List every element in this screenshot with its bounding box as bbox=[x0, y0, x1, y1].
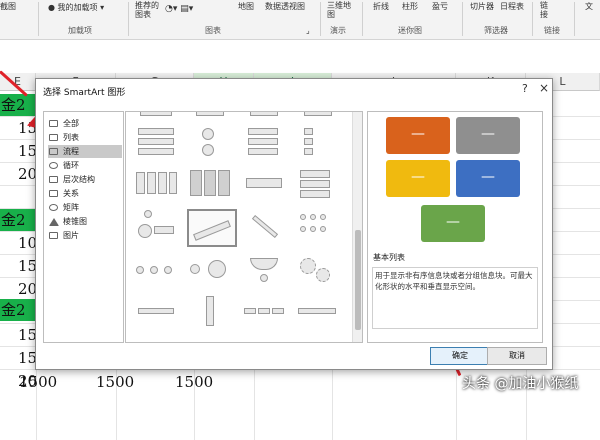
timeline-button[interactable]: 日程表 bbox=[500, 1, 524, 12]
group-charts-label: 图表 bbox=[205, 26, 221, 35]
layout-gallery bbox=[125, 111, 363, 343]
ribbon-divider bbox=[462, 2, 463, 36]
hierarchy-icon bbox=[49, 176, 58, 183]
cell-e-total[interactable]: 1500 bbox=[19, 373, 57, 391]
preview-box-yellow: — bbox=[386, 160, 450, 197]
layout-thumbnail[interactable] bbox=[242, 254, 286, 288]
sparkline-line-button[interactable]: 折线 bbox=[373, 1, 389, 12]
preview-pane: — — — — — 基本列表 用于显示非有序信息块或者分组信息块。可最大化形状的… bbox=[367, 111, 543, 343]
category-hierarchy[interactable]: 层次结构 bbox=[48, 173, 122, 186]
category-list-item[interactable]: 列表 bbox=[48, 131, 122, 144]
pyramid-icon bbox=[49, 218, 59, 226]
map-button[interactable]: 地图 bbox=[238, 1, 254, 12]
cancel-button[interactable]: 取消 bbox=[487, 347, 547, 365]
ribbon-divider bbox=[574, 2, 575, 36]
preview-box-green: — bbox=[421, 205, 485, 242]
group-tours-label: 演示 bbox=[330, 26, 346, 35]
category-cycle[interactable]: 循环 bbox=[48, 159, 122, 172]
cell-g-total[interactable]: 1500 bbox=[175, 373, 213, 391]
watermark: 头条 @加油小猴纸 bbox=[462, 376, 579, 392]
layout-thumbnail[interactable] bbox=[134, 210, 178, 244]
layout-thumbnail[interactable] bbox=[188, 166, 232, 200]
preview-box-gray: — bbox=[456, 117, 520, 154]
scrollbar-thumb[interactable] bbox=[355, 230, 361, 330]
gallery-scrollbar[interactable] bbox=[352, 112, 362, 342]
layout-thumbnail[interactable] bbox=[134, 166, 178, 200]
my-addins-button[interactable]: ● 我的加载项 ▾ bbox=[48, 2, 104, 13]
3d-map-button[interactable]: 三维地 图 bbox=[327, 1, 353, 19]
layout-thumbnail[interactable] bbox=[242, 294, 286, 328]
category-matrix[interactable]: 矩阵 bbox=[48, 201, 122, 214]
ribbon-divider bbox=[362, 2, 363, 36]
text-button[interactable]: 文 bbox=[585, 1, 593, 12]
layout-thumbnail[interactable] bbox=[296, 254, 340, 288]
category-relationship[interactable]: 关系 bbox=[48, 187, 122, 200]
matrix-icon bbox=[49, 204, 58, 211]
layout-thumbnail[interactable] bbox=[134, 254, 178, 288]
layout-thumbnail[interactable] bbox=[188, 126, 232, 160]
layout-thumbnail[interactable] bbox=[188, 254, 232, 288]
all-icon bbox=[49, 120, 58, 127]
category-picture[interactable]: 图片 bbox=[48, 229, 122, 242]
layout-thumbnail[interactable] bbox=[188, 294, 232, 328]
ribbon-divider bbox=[532, 2, 533, 36]
cell-e-heading[interactable]: 金2 bbox=[0, 299, 36, 321]
smartart-dialog: 选择 SmartArt 图形 ? × 全部 列表 流程 循环 层次结构 关系 矩… bbox=[35, 78, 553, 370]
recommended-charts-button[interactable]: 推荐的 图表 bbox=[135, 1, 161, 19]
cell-e-heading[interactable]: 金2 bbox=[0, 209, 36, 231]
group-addins-label: 加载项 bbox=[68, 26, 92, 35]
layout-thumbnail[interactable] bbox=[242, 210, 286, 244]
layout-thumbnail[interactable] bbox=[296, 166, 340, 200]
list-icon bbox=[49, 134, 58, 141]
layout-thumbnail[interactable] bbox=[242, 126, 286, 160]
layout-thumbnail[interactable] bbox=[134, 126, 178, 160]
preview-box-blue: — bbox=[456, 160, 520, 197]
layout-thumbnail[interactable] bbox=[296, 210, 340, 244]
layout-description: 用于显示非有序信息块或者分组信息块。可最大化形状的水平和垂直显示空间。 bbox=[372, 267, 538, 329]
layout-name: 基本列表 bbox=[373, 253, 405, 262]
dialog-title: 选择 SmartArt 图形 bbox=[43, 88, 126, 98]
relationship-icon bbox=[49, 190, 58, 197]
ok-button[interactable]: 确定 bbox=[430, 347, 490, 365]
preview-box-orange: — bbox=[386, 117, 450, 154]
layout-thumbnail[interactable] bbox=[296, 294, 340, 328]
layout-thumbnail-selected[interactable] bbox=[187, 209, 237, 247]
group-sparklines-label: 迷你图 bbox=[398, 26, 422, 35]
category-pyramid[interactable]: 棱锥图 bbox=[48, 215, 122, 228]
layout-thumbnail[interactable] bbox=[134, 294, 178, 328]
ribbon: 截图 ● 我的加载项 ▾ 推荐的 图表 ◔▾ ▤▾ 地图 数据透视图 三维地 图… bbox=[0, 0, 600, 40]
cycle-icon bbox=[49, 162, 58, 169]
link-button[interactable]: 链 接 bbox=[540, 1, 552, 19]
process-icon bbox=[49, 148, 58, 155]
category-process[interactable]: 流程 bbox=[48, 145, 122, 158]
help-icon[interactable]: ? bbox=[522, 82, 528, 95]
sparkline-column-button[interactable]: 柱形 bbox=[402, 1, 418, 12]
ribbon-divider bbox=[128, 2, 129, 36]
sparkline-winloss-button[interactable]: 盈亏 bbox=[432, 1, 448, 12]
slicer-button[interactable]: 切片器 bbox=[470, 1, 494, 12]
layout-thumbnail[interactable] bbox=[296, 126, 340, 160]
group-filters-label: 筛选器 bbox=[484, 26, 508, 35]
screenshot-button[interactable]: 截图 bbox=[0, 1, 16, 12]
pivot-chart-button[interactable]: 数据透视图 bbox=[265, 1, 305, 12]
group-links-label: 链接 bbox=[544, 26, 560, 35]
charts-dialog-launcher-icon[interactable]: ⌟ bbox=[306, 26, 310, 35]
layout-thumbnail[interactable] bbox=[242, 166, 286, 200]
close-icon[interactable]: × bbox=[539, 81, 549, 95]
category-list: 全部 列表 流程 循环 层次结构 关系 矩阵 棱锥图 图片 bbox=[43, 111, 124, 343]
pie-chart-icon[interactable]: ◔▾ ▤▾ bbox=[165, 4, 193, 14]
ribbon-divider bbox=[320, 2, 321, 36]
cell-f-total[interactable]: 1500 bbox=[96, 373, 134, 391]
cell-e-heading[interactable]: 金2 bbox=[0, 94, 36, 116]
picture-icon bbox=[49, 232, 58, 239]
ribbon-divider bbox=[38, 2, 39, 36]
category-all[interactable]: 全部 bbox=[48, 117, 122, 130]
